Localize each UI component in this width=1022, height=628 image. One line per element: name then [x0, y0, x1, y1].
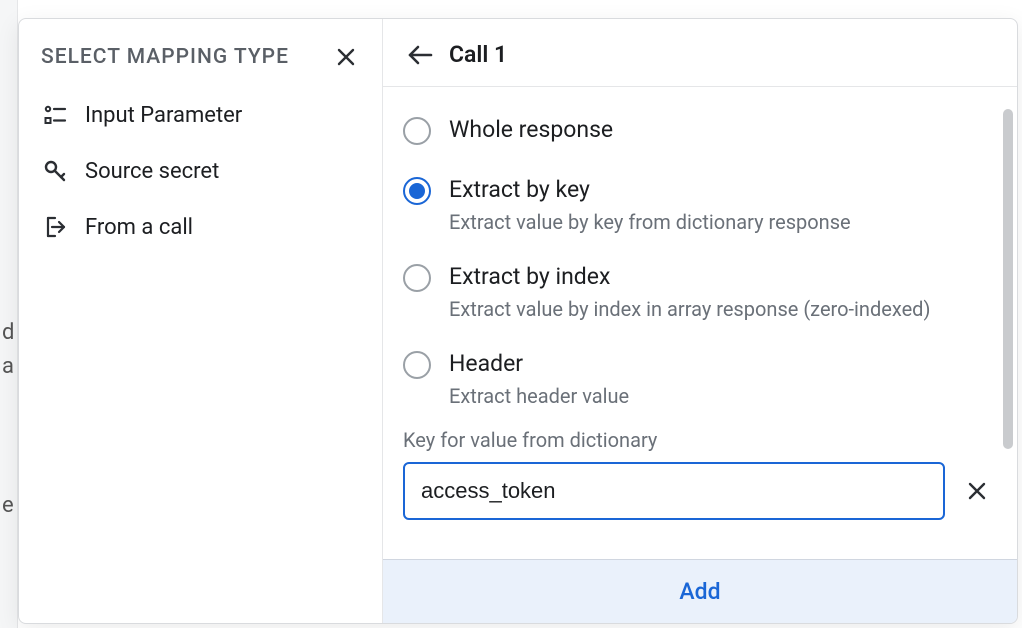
bg-char-e: e [2, 493, 14, 518]
from-call-icon [41, 213, 69, 241]
sidebar-item-label: Source secret [85, 159, 219, 184]
option-desc: Extract header value [449, 383, 993, 410]
sidebar-title: SELECT MAPPING TYPE [41, 45, 289, 69]
radio-whole-response[interactable] [403, 117, 431, 145]
add-button[interactable]: Add [383, 560, 1017, 623]
sidebar-item-source-secret[interactable]: Source secret [19, 143, 382, 199]
option-header[interactable]: Header [403, 341, 993, 383]
key-input[interactable] [403, 462, 945, 520]
back-arrow-icon[interactable] [407, 42, 433, 68]
detail-header: Call 1 [383, 19, 1017, 87]
option-label: Whole response [449, 115, 613, 145]
sidebar-item-input-parameter[interactable]: Input Parameter [19, 87, 382, 143]
option-label: Header [449, 349, 523, 379]
sidebar-item-from-a-call[interactable]: From a call [19, 199, 382, 255]
option-extract-by-key[interactable]: Extract by key [403, 167, 993, 209]
mapping-type-modal: SELECT MAPPING TYPE Input Parameter [18, 18, 1018, 624]
mapping-type-sidebar: SELECT MAPPING TYPE Input Parameter [19, 19, 383, 623]
sidebar-item-label: From a call [85, 215, 193, 240]
bg-char-d: d [2, 320, 14, 345]
option-desc: Extract value by index in array response… [449, 296, 993, 323]
option-extract-by-index[interactable]: Extract by index [403, 254, 993, 296]
close-icon[interactable] [332, 43, 360, 71]
radio-extract-by-index[interactable] [403, 264, 431, 292]
radio-header[interactable] [403, 351, 431, 379]
detail-title: Call 1 [449, 41, 507, 68]
option-label: Extract by key [449, 175, 590, 205]
option-label: Extract by index [449, 262, 610, 292]
footer-bar: Add [383, 559, 1017, 623]
key-icon [41, 157, 69, 185]
option-desc: Extract value by key from dictionary res… [449, 209, 993, 236]
background-left-strip: d a e [0, 0, 18, 628]
key-input-row [403, 462, 993, 520]
clear-input-icon[interactable] [961, 475, 993, 507]
add-button-label: Add [679, 578, 720, 605]
bg-char-a: a [2, 354, 14, 379]
input-parameter-icon [41, 101, 69, 129]
detail-body: Whole response Extract by key Extract va… [383, 87, 1017, 559]
option-whole-response[interactable]: Whole response [403, 107, 993, 149]
key-field-label: Key for value from dictionary [403, 428, 993, 452]
detail-panel: Call 1 Whole response Extract by key Ext… [383, 19, 1017, 623]
radio-extract-by-key[interactable] [403, 177, 431, 205]
sidebar-header: SELECT MAPPING TYPE [19, 23, 382, 87]
sidebar-item-label: Input Parameter [85, 103, 242, 128]
